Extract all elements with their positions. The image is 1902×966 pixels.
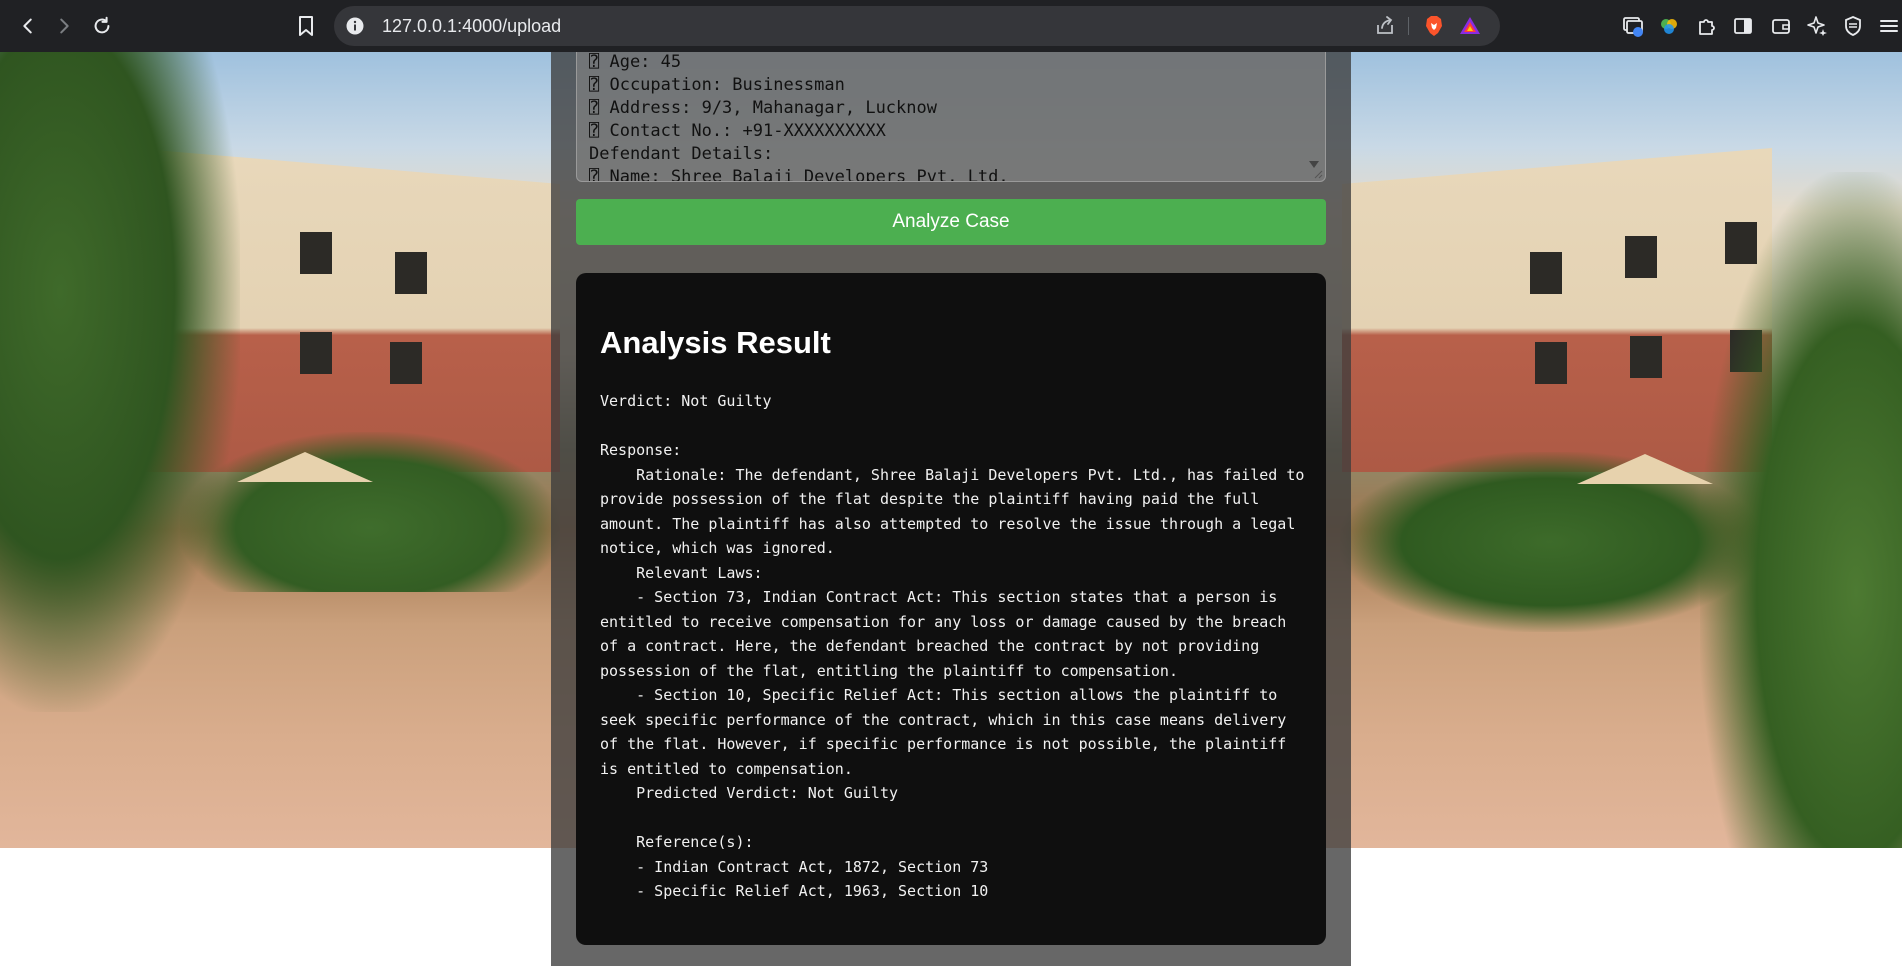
textarea-scrollbar[interactable] — [1307, 52, 1321, 173]
window — [300, 332, 332, 374]
law-item: - Section 10, Specific Relief Act: This … — [600, 686, 1296, 778]
ai-extension[interactable] — [1656, 13, 1682, 39]
bookmark-icon — [299, 16, 313, 36]
analyze-case-button[interactable]: Analyze Case — [576, 199, 1326, 245]
reload-icon — [94, 16, 110, 34]
case-details-textarea[interactable]: ⍰ Age: 45 ⍰ Occupation: Businessman ⍰ Ad… — [576, 52, 1326, 182]
brave-rewards-icon[interactable] — [1458, 14, 1482, 38]
extensions-button[interactable] — [1694, 13, 1720, 39]
predicted-verdict-text: Predicted Verdict: Not Guilty — [600, 784, 899, 802]
arrow-right-icon — [60, 18, 69, 34]
reload-button[interactable] — [88, 12, 116, 40]
colorful-extension-icon — [1661, 19, 1677, 34]
window — [390, 342, 422, 384]
rationale-text: Rationale: The defendant, Shree Balaji D… — [600, 465, 1314, 558]
shrubs-left — [180, 432, 560, 592]
back-button[interactable] — [14, 12, 42, 40]
leo-ai-button[interactable] — [1804, 13, 1830, 39]
divider — [1408, 17, 1409, 35]
sidebar-button[interactable] — [1730, 13, 1756, 39]
puzzle-icon — [1699, 19, 1715, 35]
brave-shields-icon[interactable] — [1422, 14, 1446, 38]
case-line: ⍰ Contact No.: +91-XXXXXXXXXX — [589, 121, 886, 141]
shield-icon — [1845, 16, 1861, 36]
sidebar-icon — [1734, 18, 1752, 34]
window — [1530, 252, 1562, 294]
arrow-left-icon — [23, 18, 32, 34]
resize-grip-icon[interactable] — [1313, 169, 1323, 179]
page-viewport: ⍰ Age: 45 ⍰ Occupation: Businessman ⍰ Ad… — [0, 52, 1902, 966]
reference-item: - Specific Relief Act, 1963, Section 10 — [600, 882, 989, 900]
response-label: Response: — [600, 441, 682, 459]
case-line: ⍰ Name: Shree Balaji Developers Pvt. Ltd… — [589, 167, 1009, 182]
case-line: ⍰ Address: 9/3, Mahanagar, Lucknow — [589, 98, 937, 118]
windows-icon — [1623, 17, 1643, 37]
tree-left — [0, 52, 240, 712]
case-line: ⍰ Occupation: Businessman — [589, 75, 845, 95]
sparkle-icon — [1807, 16, 1827, 36]
result-body: Verdict: Not Guilty Response: Rationale: … — [600, 389, 1305, 904]
window — [1625, 236, 1657, 278]
info-icon[interactable] — [346, 17, 364, 35]
window — [1630, 336, 1662, 378]
bookmark-button[interactable] — [292, 12, 320, 40]
case-line: ⍰ Age: 45 — [589, 52, 682, 72]
window — [300, 232, 332, 274]
references-label: Reference(s): — [600, 833, 754, 851]
url-text[interactable]: 127.0.0.1:4000/upload — [382, 6, 561, 46]
law-item: - Section 73, Indian Contract Act: This … — [600, 588, 1296, 680]
verdict-text: Verdict: Not Guilty — [600, 392, 772, 410]
forward-button[interactable] — [50, 12, 78, 40]
share-icon[interactable] — [1374, 15, 1396, 37]
tab-manager-extension[interactable] — [1620, 13, 1646, 39]
window — [1535, 342, 1567, 384]
address-bar[interactable]: 127.0.0.1:4000/upload — [334, 6, 1500, 46]
hamburger-icon — [1880, 20, 1898, 32]
analysis-result-card: Analysis Result Verdict: Not Guilty Respo… — [576, 273, 1326, 945]
result-title: Analysis Result — [600, 325, 831, 360]
wallet-button[interactable] — [1768, 13, 1794, 39]
window — [395, 252, 427, 294]
reference-item: - Indian Contract Act, 1872, Section 73 — [600, 857, 989, 876]
case-line: Defendant Details: — [589, 144, 774, 164]
browser-toolbar: 127.0.0.1:4000/upload — [0, 0, 1902, 52]
vpn-button[interactable] — [1840, 13, 1866, 39]
wallet-icon — [1772, 19, 1790, 34]
menu-button[interactable] — [1876, 13, 1902, 39]
relevant-laws-label: Relevant Laws: — [600, 563, 763, 582]
